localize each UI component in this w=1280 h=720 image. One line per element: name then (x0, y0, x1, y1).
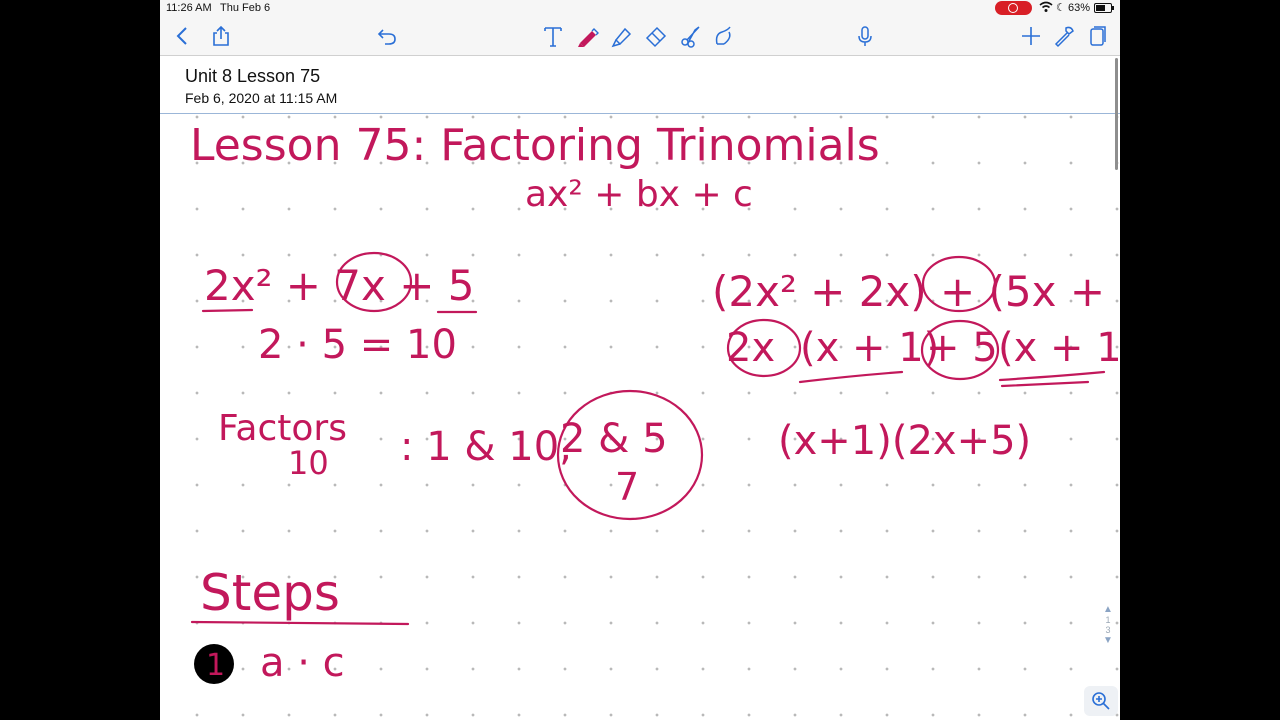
factor-pairs: : 1 & 10, (400, 424, 572, 470)
pen-icon[interactable] (572, 21, 602, 51)
split-expression: (2x² + 2x) + (5x + 5) (712, 267, 1120, 316)
notes-app: 11:26 AM Thu Feb 6 ☾ 63% Unit 8 Lesson 7… (160, 0, 1120, 720)
toolbar (160, 17, 1120, 56)
battery-icon (1094, 3, 1114, 13)
product-ac: 2 · 5 = 10 (258, 322, 457, 368)
shapes-icon[interactable] (709, 21, 739, 51)
problem-expression: 2x² + 7x + 5 (204, 261, 475, 310)
highlighter-icon[interactable] (607, 21, 637, 51)
add-icon[interactable] (1016, 21, 1046, 51)
lesson-heading: Lesson 75: Factoring Trinomials (190, 120, 880, 171)
underline-binomial-1 (798, 370, 904, 384)
underline-steps (190, 620, 410, 626)
note-date: Feb 6, 2020 at 11:15 AM (185, 90, 338, 106)
page-indicator[interactable]: ▲ 1 3 ▼ (1100, 604, 1116, 662)
step1-number: 1 (206, 648, 225, 683)
steps-heading: Steps (200, 564, 340, 622)
grouped-gcf-5: + 5 (926, 325, 998, 371)
wifi-icon (1039, 1, 1053, 16)
pages-icon[interactable] (1082, 21, 1112, 51)
text-tool-icon[interactable] (538, 21, 568, 51)
trinomial-form: ax² + bx + c (525, 174, 753, 215)
handwriting-ink: Lesson 75: Factoring Trinomials ax² + bx… (190, 120, 1120, 686)
factors-label: Factors (218, 408, 347, 449)
battery-percent: 63% (1068, 2, 1091, 14)
zoom-icon[interactable] (1084, 686, 1118, 716)
grouped-binomial-2: (x + 1) (998, 325, 1120, 371)
share-icon[interactable] (206, 21, 236, 51)
do-not-disturb-icon: ☾ (1056, 2, 1066, 14)
eraser-icon[interactable] (641, 21, 671, 51)
lasso-icon[interactable] (676, 21, 706, 51)
microphone-icon[interactable] (850, 21, 880, 51)
page-up-icon[interactable]: ▲ (1100, 604, 1116, 615)
note-title[interactable]: Unit 8 Lesson 75 (185, 66, 320, 87)
factors-of-value: 10 (288, 444, 329, 482)
chosen-sum: 7 (615, 465, 639, 509)
screen-recording-icon[interactable] (995, 1, 1032, 15)
status-time: 11:26 AM (166, 2, 212, 14)
step1-text: a · c (260, 640, 345, 686)
page-current: 1 (1105, 615, 1111, 625)
wrench-icon[interactable] (1049, 21, 1079, 51)
back-icon[interactable] (168, 21, 198, 51)
factored-answer: (x+1)(2x+5) (778, 418, 1031, 464)
grouped-binomial-1: (x + 1) (800, 325, 939, 371)
handwriting-canvas[interactable]: Lesson 75: Factoring Trinomials ax² + bx… (160, 114, 1120, 720)
vertical-scrollbar[interactable] (1115, 58, 1118, 170)
page-total: 3 (1105, 625, 1111, 635)
status-bar: 11:26 AM Thu Feb 6 ☾ 63% (160, 0, 1120, 17)
page-down-icon[interactable]: ▼ (1100, 635, 1116, 646)
underline-binomial-2 (998, 370, 1106, 388)
underline-a (201, 308, 254, 313)
status-date: Thu Feb 6 (220, 2, 271, 14)
undo-icon[interactable] (372, 21, 402, 51)
chosen-pair: 2 & 5 (560, 416, 668, 462)
